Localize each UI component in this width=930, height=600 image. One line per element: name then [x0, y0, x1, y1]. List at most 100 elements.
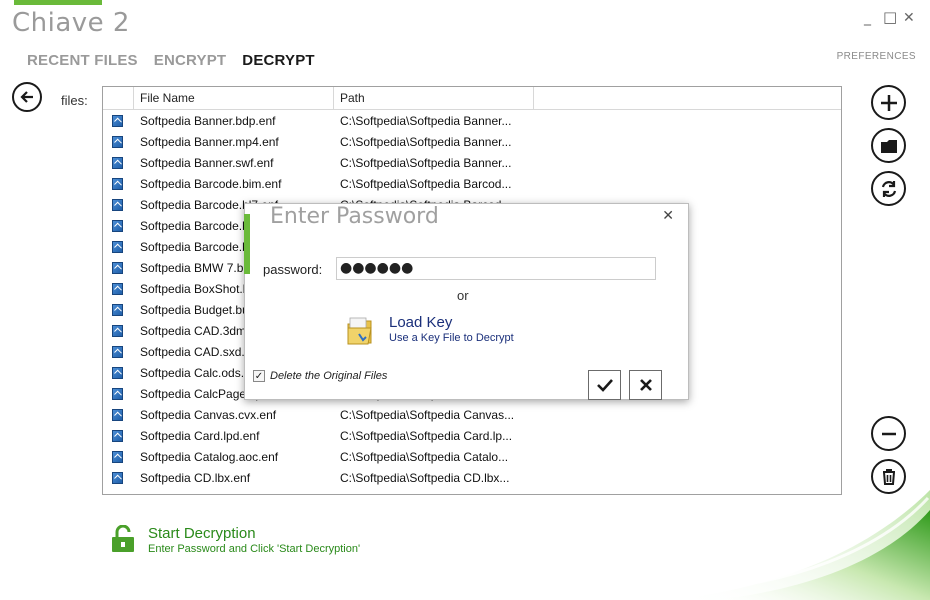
cancel-button[interactable]	[629, 370, 662, 400]
minus-icon	[881, 432, 896, 435]
table-row[interactable]: Softpedia Catalog.aoc.enf C:\Softpedia\So…	[103, 446, 841, 467]
table-row[interactable]: Softpedia Banner.bdp.enf C:\Softpedia\Sof…	[103, 110, 841, 131]
file-icon-cell	[103, 240, 134, 253]
dialog-close-button[interactable]: ✕	[662, 208, 674, 224]
file-icon	[112, 282, 123, 295]
files-label: files:	[61, 93, 88, 108]
table-row[interactable]: Softpedia Canvas.cvx.enf C:\Softpedia\Sof…	[103, 404, 841, 425]
file-path-cell: C:\Softpedia\Softpedia Canvas...	[340, 407, 515, 422]
decorative-swoosh	[670, 490, 930, 600]
close-icon	[639, 379, 652, 391]
file-path-cell: C:\Softpedia\Softpedia Banner...	[340, 155, 512, 170]
table-row[interactable]: Softpedia CD.lbx.enf C:\Softpedia\Softped…	[103, 467, 841, 488]
file-name-cell: Softpedia Catalog.aoc.enf	[140, 449, 279, 464]
file-path-cell: C:\Softpedia\Softpedia CD.lbx...	[340, 470, 510, 485]
password-field[interactable]: ●●●●●●	[336, 257, 656, 280]
delete-originals-checkbox[interactable]: ✓	[253, 370, 265, 382]
file-icon-cell	[103, 114, 134, 127]
refresh-button[interactable]	[871, 171, 906, 206]
table-row[interactable]: Softpedia Banner.mp4.enf C:\Softpedia\Sof…	[103, 131, 841, 152]
file-icon-cell	[103, 198, 134, 211]
file-icon	[112, 240, 123, 253]
minimize-button[interactable]: _	[864, 10, 871, 26]
file-icon-cell	[103, 345, 134, 358]
file-path-cell: C:\Softpedia\Softpedia Banner...	[340, 113, 512, 128]
main-nav: RECENT FILES ENCRYPT DECRYPT	[27, 52, 315, 69]
file-icon	[112, 429, 123, 442]
file-name-cell: Softpedia Banner.bdp.enf	[140, 113, 276, 128]
or-separator: or	[457, 288, 469, 303]
start-decryption-button[interactable]: Start Decryption Enter Password and Clic…	[110, 525, 360, 555]
file-icon-cell	[103, 429, 134, 442]
file-icon-cell	[103, 135, 134, 148]
file-icon	[112, 408, 123, 421]
lock-icon	[112, 525, 134, 552]
file-icon-cell	[103, 219, 134, 232]
file-icon	[112, 219, 123, 232]
dialog-accent-bar	[244, 214, 250, 274]
table-row[interactable]: Softpedia Barcode.bim.enf C:\Softpedia\So…	[103, 173, 841, 194]
file-icon-cell	[103, 387, 134, 400]
tab-recent-files[interactable]: RECENT FILES	[27, 52, 138, 69]
file-path-cell: C:\Softpedia\Softpedia Catalo...	[340, 449, 509, 464]
file-name-cell: Softpedia Banner.swf.enf	[140, 155, 274, 170]
start-decryption-subtitle: Enter Password and Click 'Start Decrypti…	[148, 543, 361, 555]
file-icon-cell	[103, 471, 134, 484]
dialog-title: Enter Password	[270, 204, 439, 229]
file-icon-cell	[103, 282, 134, 295]
plus-icon	[880, 94, 897, 111]
file-name-cell: Softpedia Barcode.bim.enf	[140, 176, 282, 191]
file-icon	[112, 261, 123, 274]
tab-encrypt[interactable]: ENCRYPT	[154, 52, 227, 69]
load-key-subtitle: Use a Key File to Decrypt	[389, 332, 514, 344]
file-icon	[112, 471, 123, 484]
refresh-icon	[881, 180, 896, 197]
confirm-button[interactable]	[588, 370, 621, 400]
accent-bar	[14, 0, 102, 5]
start-decryption-title: Start Decryption	[148, 525, 256, 542]
file-name-cell: Softpedia Canvas.cvx.enf	[140, 407, 277, 422]
file-icon	[112, 177, 123, 190]
file-name-cell: Softpedia Banner.mp4.enf	[140, 134, 279, 149]
file-icon	[112, 156, 123, 169]
file-icon-cell	[103, 177, 134, 190]
column-header-file-name[interactable]: File Name	[134, 87, 334, 109]
file-path-cell: C:\Softpedia\Softpedia Banner...	[340, 134, 512, 149]
password-label: password:	[263, 262, 323, 277]
file-path-cell: C:\Softpedia\Softpedia Barcod...	[340, 176, 512, 191]
delete-originals-option[interactable]: ✓ Delete the Original Files	[253, 370, 387, 382]
file-icon-cell	[103, 408, 134, 421]
clear-list-button[interactable]	[871, 459, 906, 494]
enter-password-dialog: Enter Password ✕ password: ●●●●●● or Loa…	[244, 203, 689, 400]
file-icon	[112, 345, 123, 358]
remove-file-button[interactable]	[871, 416, 906, 451]
table-header: File Name Path	[103, 87, 841, 110]
back-arrow-icon	[20, 91, 33, 103]
close-button[interactable]: ✕	[903, 10, 915, 26]
icon-column-header	[103, 87, 134, 109]
tab-decrypt[interactable]: DECRYPT	[242, 52, 315, 69]
preferences-link[interactable]: PREFERENCES	[837, 51, 916, 62]
delete-originals-label: Delete the Original Files	[270, 370, 388, 382]
file-icon-cell	[103, 450, 134, 463]
add-file-button[interactable]	[871, 85, 906, 120]
file-icon	[112, 198, 123, 211]
column-header-path[interactable]: Path	[334, 87, 534, 109]
add-folder-button[interactable]	[871, 128, 906, 163]
file-icon-cell	[103, 324, 134, 337]
back-button[interactable]	[12, 82, 42, 112]
maximize-button[interactable]: □	[883, 8, 897, 26]
load-key-button[interactable]: Load Key Use a Key File to Decrypt	[345, 314, 514, 348]
trash-icon	[882, 468, 895, 485]
file-icon-cell	[103, 156, 134, 169]
file-icon-cell	[103, 303, 134, 316]
file-icon-cell	[103, 366, 134, 379]
file-name-cell: Softpedia Card.lpd.enf	[140, 428, 260, 443]
app-title: Chiave 2	[12, 8, 130, 38]
file-icon	[112, 450, 123, 463]
file-icon	[112, 135, 123, 148]
table-row[interactable]: Softpedia Card.lpd.enf C:\Softpedia\Softp…	[103, 425, 841, 446]
table-row[interactable]: Softpedia Banner.swf.enf C:\Softpedia\Sof…	[103, 152, 841, 173]
file-icon	[112, 387, 123, 400]
file-icon	[112, 366, 123, 379]
